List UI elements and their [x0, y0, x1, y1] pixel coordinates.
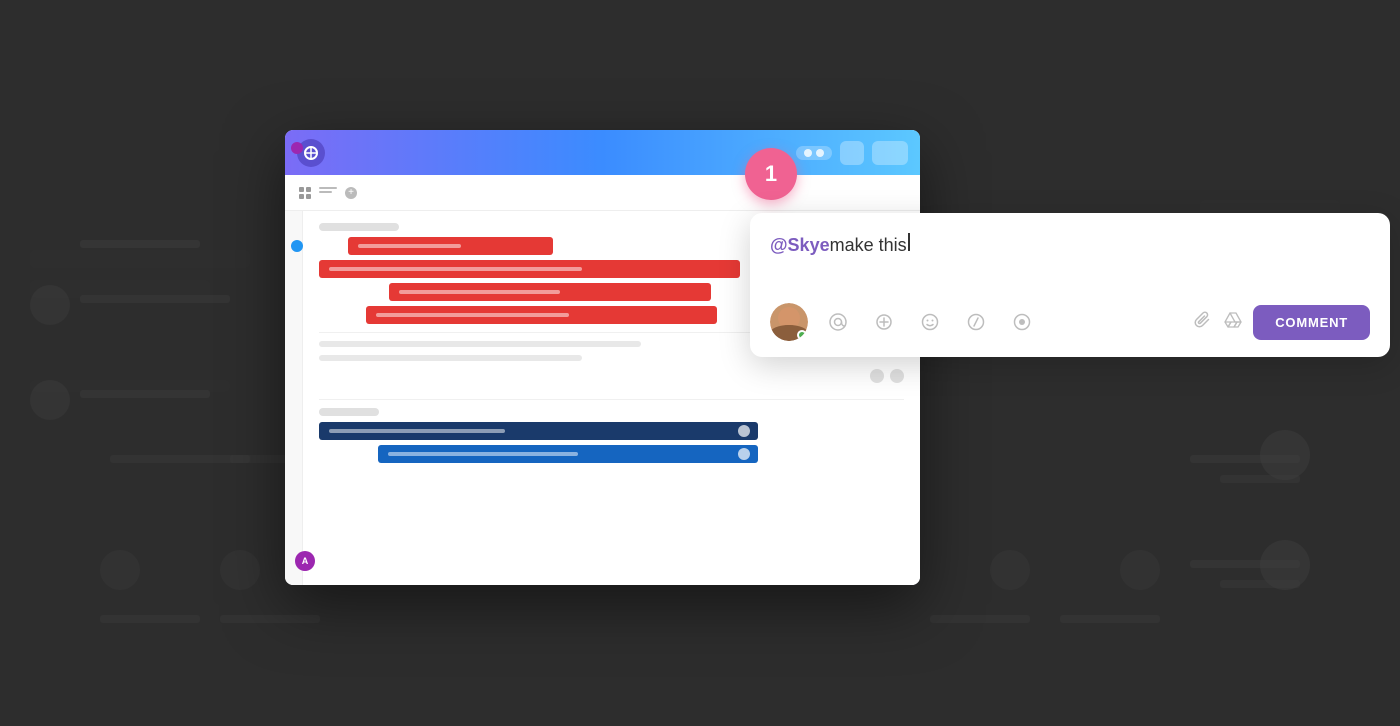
attachment-button[interactable]	[1193, 310, 1213, 335]
task-bar-blue-2	[378, 445, 758, 463]
comment-toolbar-right: COMMENT	[1193, 305, 1370, 340]
header-right-icons	[796, 141, 908, 165]
slash-button[interactable]	[960, 306, 992, 338]
mention-button[interactable]	[822, 306, 854, 338]
sidebar-dot-purple	[291, 142, 303, 154]
online-indicator	[797, 330, 807, 340]
record-button[interactable]	[1006, 306, 1038, 338]
user-avatar	[770, 303, 808, 341]
placeholder-line	[319, 341, 641, 347]
app-toolbar: +	[285, 175, 920, 211]
task-bar	[366, 306, 717, 324]
comment-button[interactable]: COMMENT	[1253, 305, 1370, 340]
section-divider	[319, 399, 904, 400]
task-section-blue	[319, 408, 904, 463]
assign-button[interactable]	[868, 306, 900, 338]
drive-button[interactable]	[1223, 310, 1243, 335]
placeholder-line	[319, 355, 582, 361]
task-section-label	[319, 223, 399, 231]
comment-text-area[interactable]: @Skye make this	[770, 233, 1370, 283]
comment-toolbar: COMMENT	[770, 303, 1370, 341]
task-bar	[348, 237, 553, 255]
app-header	[285, 130, 920, 175]
text-cursor	[908, 233, 910, 251]
emoji-button[interactable]	[914, 306, 946, 338]
action-icons-row	[319, 369, 904, 383]
task-bar	[389, 283, 711, 301]
list-icon	[319, 187, 337, 199]
comment-text-content: make this	[830, 233, 907, 258]
grid-icon	[299, 187, 311, 199]
bottom-user-avatar: A	[295, 551, 315, 571]
comment-toolbar-left	[770, 303, 1038, 341]
app-screenshot-card: +	[285, 130, 920, 585]
comment-popup[interactable]: @Skye make this	[750, 213, 1390, 357]
task-section-label	[319, 408, 379, 416]
task-bar	[319, 260, 740, 278]
notification-pill	[796, 146, 832, 160]
notification-badge: 1	[745, 148, 797, 200]
sidebar-dot-blue	[291, 240, 303, 252]
add-icon: +	[345, 187, 357, 199]
task-bar-blue-1	[319, 422, 758, 440]
app-sidebar	[285, 211, 303, 585]
app-logo	[297, 139, 325, 167]
mention-tag: @Skye	[770, 233, 830, 258]
